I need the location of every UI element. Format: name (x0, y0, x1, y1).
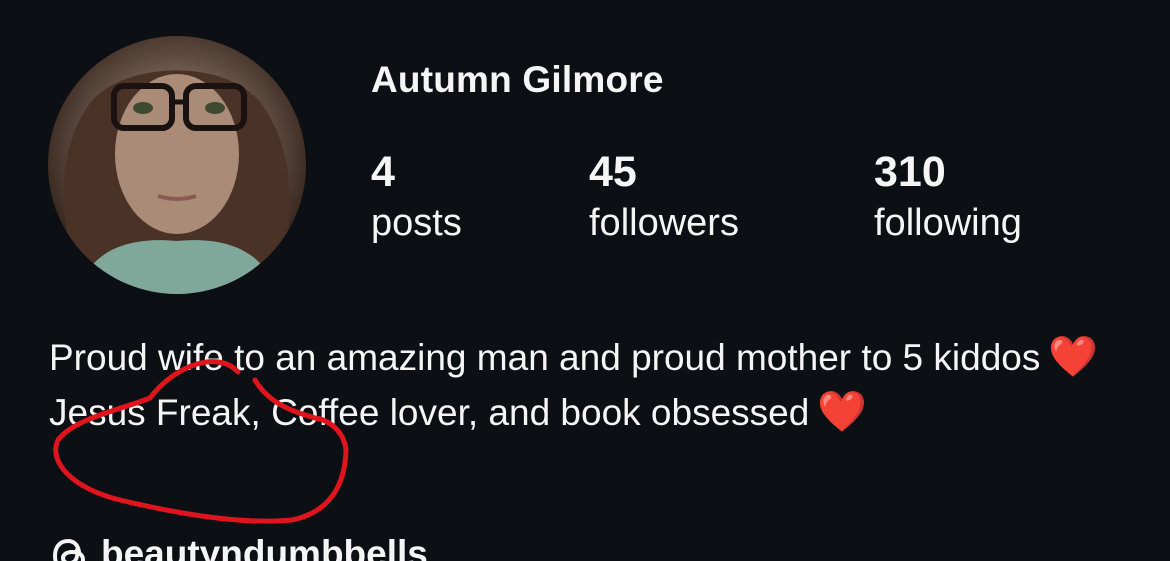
bio-line-2: Jesus Freak, Coffee lover, and book obse… (49, 385, 1109, 440)
bio-line-2-text: Jesus Freak, Coffee lover, and book obse… (49, 392, 810, 433)
bio-line-1: Proud wife to an amazing man and proud m… (49, 330, 1109, 385)
heart-emoji-icon: ❤️ (817, 389, 868, 435)
profile-bio: Proud wife to an amazing man and proud m… (49, 330, 1109, 440)
following-count: 310 (874, 148, 946, 196)
bio-line-1-text: Proud wife to an amazing man and proud m… (49, 337, 1041, 378)
followers-label: followers (589, 202, 739, 244)
threads-icon (52, 539, 86, 561)
stat-following[interactable]: 310 following (874, 146, 1022, 248)
followers-count: 45 (589, 148, 637, 196)
posts-count: 4 (371, 148, 395, 196)
stat-followers[interactable]: 45 followers (589, 146, 739, 248)
following-label: following (874, 202, 1022, 244)
profile-username: Autumn Gilmore (371, 59, 664, 100)
stat-posts[interactable]: 4 posts (371, 146, 462, 248)
profile-photo-icon (63, 70, 290, 294)
heart-emoji-icon: ❤️ (1048, 334, 1099, 380)
posts-label: posts (371, 202, 462, 244)
threads-handle: beautyndumbbells (101, 533, 428, 561)
profile-avatar[interactable] (48, 36, 306, 294)
threads-link[interactable]: beautyndumbbells (49, 527, 428, 561)
